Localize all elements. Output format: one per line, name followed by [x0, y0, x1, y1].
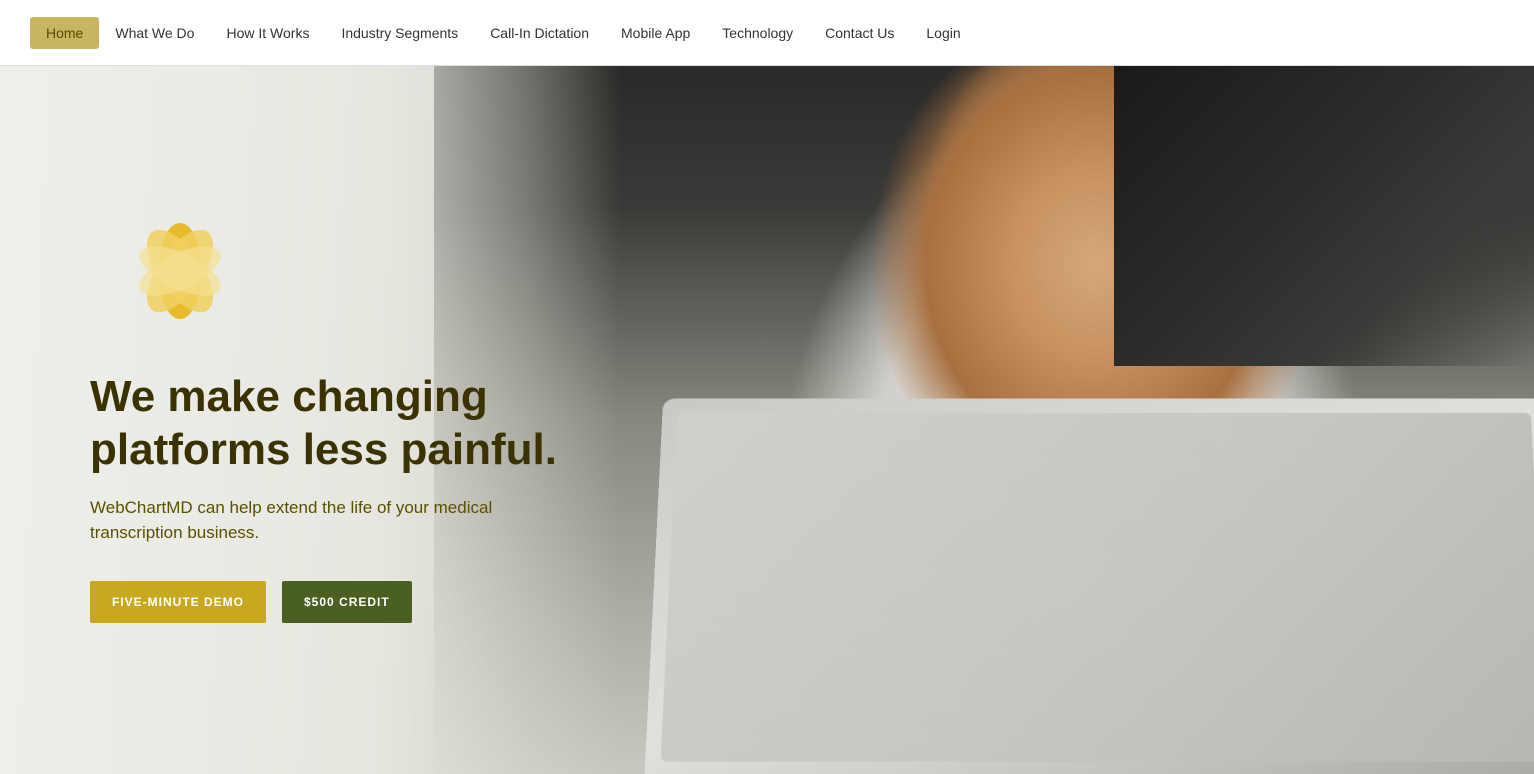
demo-button[interactable]: FIVE-MINUTE DEMO — [90, 581, 266, 623]
nav-item-how-it-works[interactable]: How It Works — [210, 17, 325, 49]
nav-item-call-in-dictation[interactable]: Call-In Dictation — [474, 17, 605, 49]
nav-item-contact-us[interactable]: Contact Us — [809, 17, 910, 49]
hero-inner: We make changing platforms less painful.… — [90, 216, 570, 623]
hero-subtext: WebChartMD can help extend the life of y… — [90, 495, 550, 546]
hero-dark-overlay — [1114, 66, 1534, 366]
hero-section: We make changing platforms less painful.… — [0, 66, 1534, 774]
nav-item-what-we-do[interactable]: What We Do — [99, 17, 210, 49]
hero-headline: We make changing platforms less painful. — [90, 371, 570, 477]
hero-laptop-image — [644, 399, 1534, 774]
nav-item-industry-segments[interactable]: Industry Segments — [325, 17, 474, 49]
hero-buttons: FIVE-MINUTE DEMO $500 CREDIT — [90, 581, 570, 623]
nav-item-mobile-app[interactable]: Mobile App — [605, 17, 706, 49]
logo-flower-icon — [90, 216, 270, 336]
nav-item-login[interactable]: Login — [910, 17, 976, 49]
nav-item-technology[interactable]: Technology — [706, 17, 809, 49]
nav-item-home[interactable]: Home — [30, 17, 99, 49]
navbar: Home What We Do How It Works Industry Se… — [0, 0, 1534, 66]
credit-button[interactable]: $500 CREDIT — [282, 581, 412, 623]
